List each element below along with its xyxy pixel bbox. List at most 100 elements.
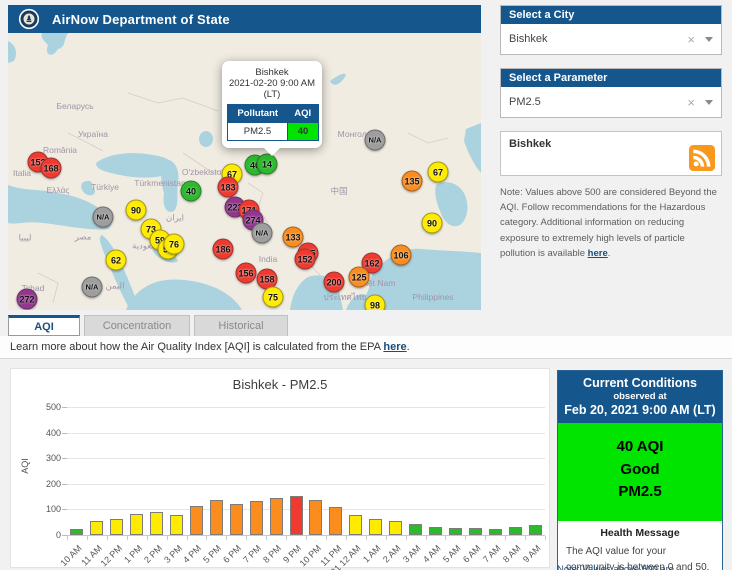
aqi-marker[interactable]: 75: [263, 287, 284, 308]
conditions-aqi-category: Good: [558, 459, 722, 482]
chart-x-tick: [286, 536, 287, 540]
aqi-marker[interactable]: 135: [402, 171, 423, 192]
learn-more-text: Learn more about how the Air Quality Ind…: [10, 341, 410, 353]
note-here-link[interactable]: here: [588, 248, 608, 259]
chart-x-tick: [167, 536, 168, 540]
tab-concentration[interactable]: Concentration: [84, 315, 190, 336]
aqi-marker[interactable]: 40: [181, 181, 202, 202]
chart-x-label: 4 PM: [182, 543, 204, 565]
aqi-marker[interactable]: N/A: [82, 277, 103, 298]
popup-aqi-value: 40: [287, 123, 318, 141]
chart-bar[interactable]: [210, 500, 223, 535]
aqi-marker[interactable]: 200: [324, 272, 345, 293]
chart-bar[interactable]: [469, 528, 482, 535]
conditions-aqi-pollutant: PM2.5: [558, 481, 722, 504]
chart-bar[interactable]: [529, 525, 542, 535]
chart-x-tick: [246, 536, 247, 540]
tabs-row: AQI Concentration Historical: [8, 315, 292, 336]
aqi-marker[interactable]: 62: [106, 250, 127, 271]
rss-feed-icon[interactable]: [689, 145, 715, 171]
aqi-marker[interactable]: 67: [428, 162, 449, 183]
popup-timezone: (LT): [227, 89, 317, 100]
chart-y-tick: [62, 458, 67, 459]
chart-x-tick: [426, 536, 427, 540]
parameter-select-value: PM2.5: [509, 96, 687, 108]
conditions-note-truncated: Note: Values above 500 are considered Be…: [557, 563, 723, 570]
aqi-marker[interactable]: 183: [218, 177, 239, 198]
conditions-observed-at: observed at: [560, 391, 720, 402]
aqi-marker[interactable]: 186: [213, 239, 234, 260]
chart-bar[interactable]: [509, 527, 522, 535]
aqi-marker[interactable]: 152: [295, 249, 316, 270]
chevron-down-icon[interactable]: [705, 100, 713, 105]
clear-icon[interactable]: ×: [687, 33, 695, 46]
chart-y-tick-label: 200: [31, 479, 61, 489]
aqi-marker[interactable]: 106: [391, 245, 412, 266]
chart-x-tick: [465, 536, 466, 540]
chart-bar[interactable]: [150, 512, 163, 535]
aqi-marker[interactable]: 76: [164, 234, 185, 255]
chart-bar[interactable]: [389, 521, 402, 535]
aqi-marker[interactable]: 98: [365, 295, 386, 311]
chart-bar[interactable]: [270, 498, 283, 535]
chart-bar[interactable]: [489, 529, 502, 535]
aqi-bar-chart: Bishkek - PM2.5 AQI 010020030040050010 A…: [10, 368, 550, 568]
aqi-marker[interactable]: N/A: [252, 223, 273, 244]
map-country-label: Ελλάς: [46, 185, 69, 195]
epa-here-link[interactable]: here: [383, 341, 406, 353]
chart-bar[interactable]: [170, 515, 183, 535]
chart-bar[interactable]: [429, 527, 442, 535]
chart-x-label: 7 PM: [241, 543, 263, 565]
chart-gridline: [67, 484, 545, 485]
tab-aqi[interactable]: AQI: [8, 315, 80, 336]
feed-box: Bishkek: [500, 131, 722, 176]
parameter-panel-title: Select a Parameter: [501, 69, 721, 87]
aqi-marker[interactable]: N/A: [365, 130, 386, 151]
chart-bar[interactable]: [290, 496, 303, 535]
chart-bar[interactable]: [250, 501, 263, 535]
chart-bar[interactable]: [230, 504, 243, 535]
chart-bar[interactable]: [329, 507, 342, 535]
aqi-marker[interactable]: 90: [126, 200, 147, 221]
chart-bar[interactable]: [369, 519, 382, 535]
popup-aqi-table: Pollutant AQI PM2.5 40: [227, 104, 319, 141]
chart-y-tick-label: 500: [31, 402, 61, 412]
current-conditions-panel: Current Conditions observed at Feb 20, 2…: [557, 370, 723, 570]
aqi-marker[interactable]: 168: [41, 158, 62, 179]
chart-x-tick: [306, 536, 307, 540]
chart-x-tick: [326, 536, 327, 540]
chevron-down-icon[interactable]: [705, 37, 713, 42]
chart-x-label: 4 AM: [421, 543, 443, 565]
chart-bar[interactable]: [110, 519, 123, 535]
map-country-label: O'zbekiston: [182, 167, 226, 177]
chart-bar[interactable]: [190, 506, 203, 535]
conditions-aqi-value: 40 AQI: [558, 436, 722, 459]
aqi-marker[interactable]: 272: [17, 289, 38, 310]
chart-x-tick: [127, 536, 128, 540]
chart-bar[interactable]: [309, 500, 322, 535]
chart-bar[interactable]: [130, 514, 143, 535]
tab-historical[interactable]: Historical: [194, 315, 288, 336]
aqi-marker[interactable]: N/A: [93, 207, 114, 228]
aqi-marker[interactable]: 90: [422, 213, 443, 234]
chart-y-axis-label: AQI: [20, 458, 30, 474]
aqi-marker[interactable]: 14: [257, 154, 278, 175]
aqi-marker[interactable]: 156: [236, 263, 257, 284]
chart-x-tick: [107, 536, 108, 540]
chart-bar[interactable]: [90, 521, 103, 535]
aqi-marker[interactable]: 125: [349, 267, 370, 288]
parameter-select[interactable]: PM2.5 ×: [501, 87, 721, 117]
chart-bar[interactable]: [349, 515, 362, 535]
popup-pollutant-value: PM2.5: [228, 123, 288, 141]
map-country-label: Беларусь: [56, 101, 93, 111]
chart-x-label: 10 AM: [59, 543, 84, 568]
chart-x-label: 6 PM: [221, 543, 243, 565]
clear-icon[interactable]: ×: [687, 96, 695, 109]
chart-bar[interactable]: [409, 524, 422, 535]
chart-bar[interactable]: [70, 529, 83, 535]
chart-bar[interactable]: [449, 528, 462, 535]
city-select[interactable]: Bishkek ×: [501, 24, 721, 54]
map-country-label: Türkiye: [91, 182, 119, 192]
chart-x-tick: [147, 536, 148, 540]
aqi-map[interactable]: БеларусьУкраїнаRomâniaItaliaΕλλάςTürkiye…: [8, 33, 481, 310]
